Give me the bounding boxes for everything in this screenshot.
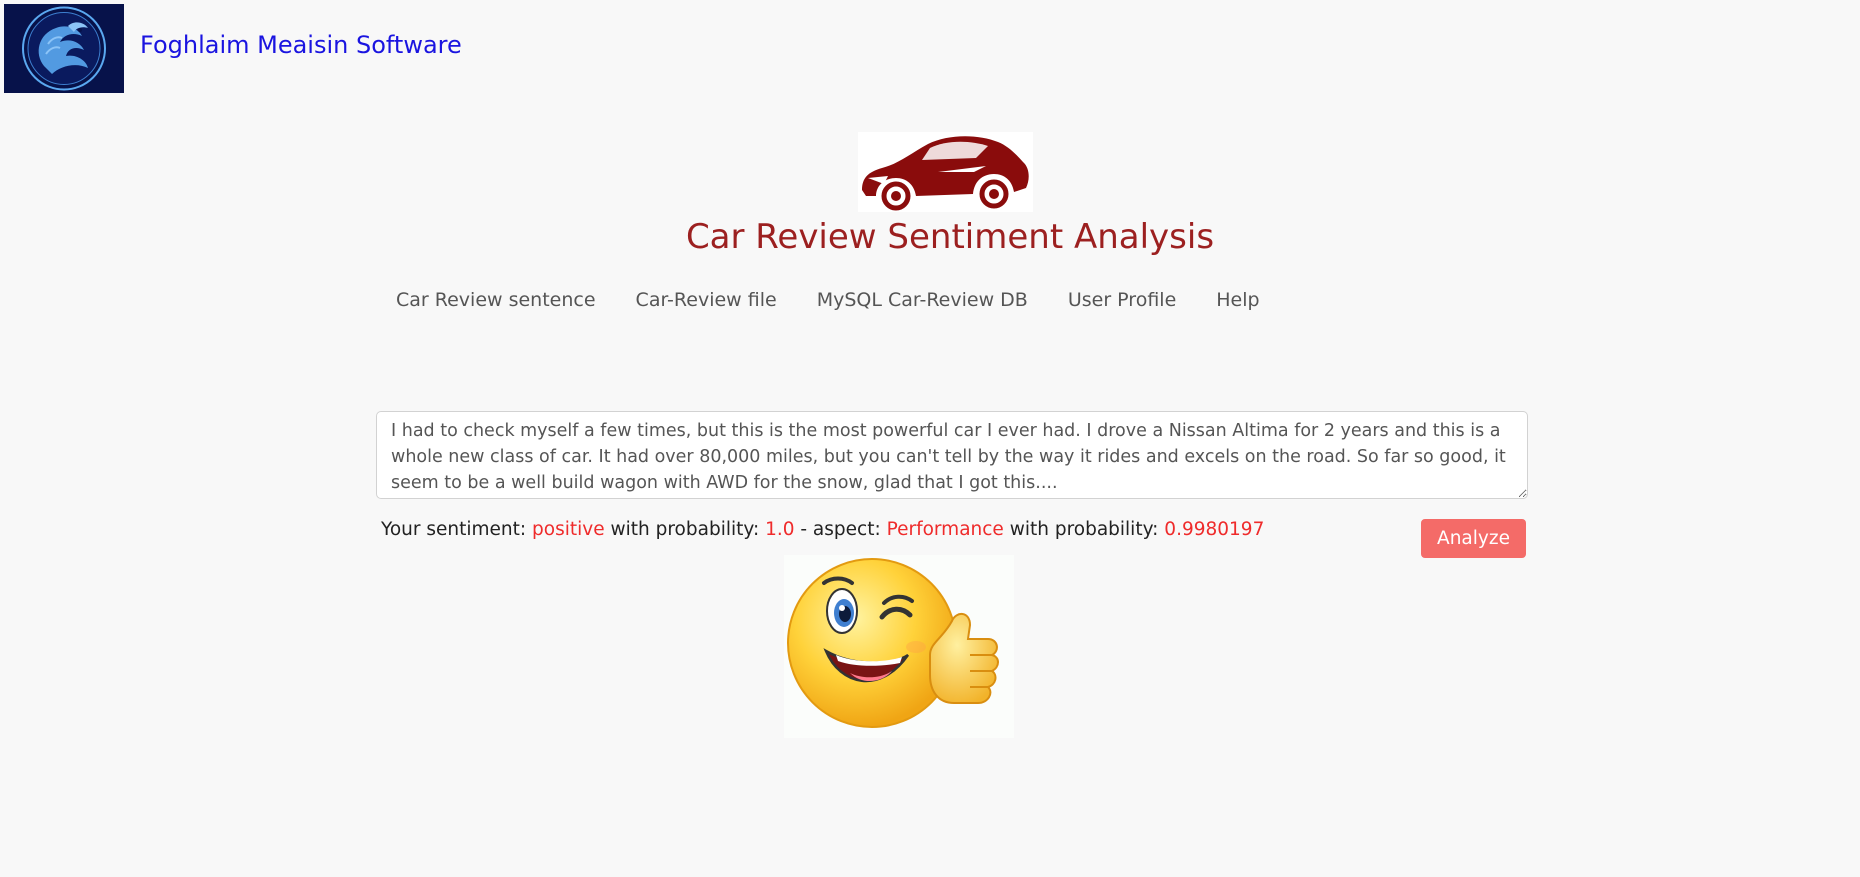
nav-item-help[interactable]: Help <box>1216 289 1259 311</box>
sports-car-icon <box>862 136 1029 211</box>
sentiment-result: Your sentiment: positive with probabilit… <box>381 519 1264 540</box>
nav-item-car-review-file[interactable]: Car-Review file <box>636 289 777 311</box>
aspect-label: - aspect: <box>794 519 887 540</box>
main-nav: Car Review sentence Car-Review file MySQ… <box>396 289 1300 311</box>
result-prefix: Your sentiment: <box>381 519 533 540</box>
aspect-probability: 0.9980197 <box>1164 519 1265 540</box>
brand-name-link[interactable]: Foghlaim Meaisin Software <box>140 31 462 59</box>
aspect-probability-label: with probability: <box>1003 519 1165 540</box>
review-text-input[interactable]: I had to check myself a few times, but t… <box>376 411 1528 499</box>
aspect-value: Performance <box>886 519 1004 540</box>
phoenix-logo-icon <box>22 6 106 91</box>
analyze-button[interactable]: Analyze <box>1421 519 1526 558</box>
page-title: Car Review Sentiment Analysis <box>685 217 1215 257</box>
sentiment-emoji <box>784 555 1014 738</box>
sentiment-value: positive <box>532 519 605 540</box>
sentiment-probability: 1.0 <box>765 519 795 540</box>
winking-thumbs-up-emoji-icon <box>787 558 999 728</box>
probability-label: with probability: <box>604 519 766 540</box>
brand-logo[interactable] <box>4 4 124 93</box>
nav-item-user-profile[interactable]: User Profile <box>1068 289 1176 311</box>
nav-item-car-review-sentence[interactable]: Car Review sentence <box>396 289 596 311</box>
car-logo <box>858 132 1033 212</box>
nav-item-mysql-car-review-db[interactable]: MySQL Car-Review DB <box>817 289 1028 311</box>
